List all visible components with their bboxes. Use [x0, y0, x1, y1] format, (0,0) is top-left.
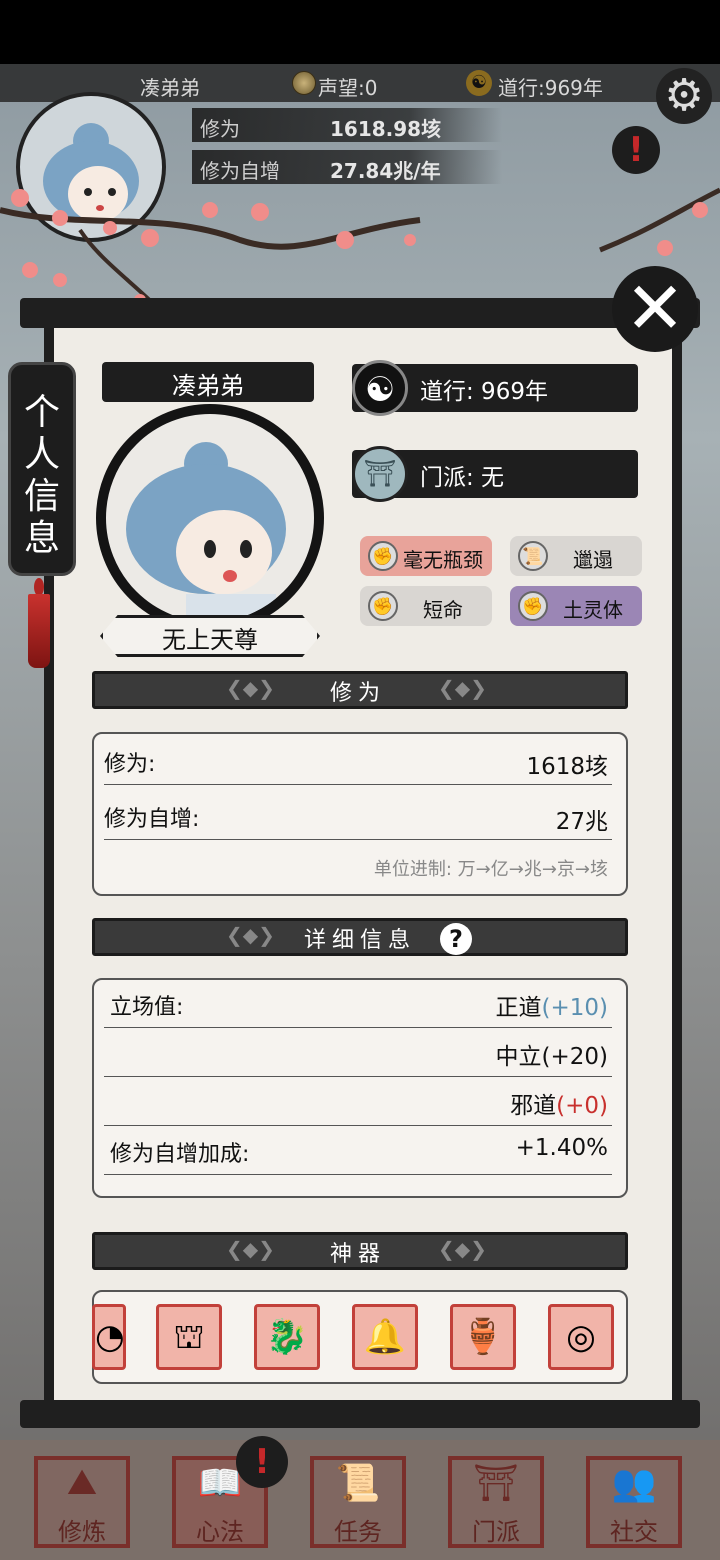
player-title: 无上天尊 — [162, 626, 258, 654]
diamond-decoration: ❮◆❯ — [226, 1237, 275, 1261]
bell-artifact-icon[interactable]: 🔔 — [352, 1304, 418, 1370]
row-label: 修为: — [104, 752, 156, 777]
trait-label: 土灵体 — [563, 598, 623, 622]
section-title: 修为 — [330, 681, 387, 706]
stat-value: 1618.98垓 — [330, 117, 442, 141]
row-value: 27兆 — [555, 809, 608, 835]
alert-icon[interactable]: ! — [236, 1436, 288, 1488]
daoxing-value: 道行: 969年 — [420, 379, 548, 405]
reputation-value: 声望:0 — [318, 76, 378, 100]
player-portrait — [96, 404, 324, 632]
divider — [104, 1076, 612, 1077]
scroll-top-rod — [20, 298, 700, 328]
diamond-decoration: ❮◆❯ — [226, 923, 275, 947]
scroll-icon: 📜 — [518, 541, 548, 571]
section-title: 神器 — [330, 1242, 387, 1267]
trait-label: 邋遢 — [573, 548, 613, 572]
dragon-artifact-icon[interactable]: 🐉 — [254, 1304, 320, 1370]
divider — [104, 839, 612, 840]
scroll-icon: 📜 — [335, 1463, 381, 1504]
fist-icon: ✊ — [368, 591, 398, 621]
status-bar — [0, 0, 720, 64]
bonus-value: +1.40% — [515, 1135, 608, 1161]
chibi-portrait-icon — [126, 442, 286, 622]
divider — [104, 784, 612, 785]
diamond-decoration: ❮◆❯ — [226, 676, 275, 700]
close-icon[interactable]: ✕ — [612, 266, 698, 352]
section-title: 详细信息 — [304, 928, 417, 953]
daoxing-top: 道行:969年 — [498, 76, 603, 100]
fist-icon: ✊ — [518, 591, 548, 621]
fist-icon: ✊ — [368, 541, 398, 571]
mirror-artifact-icon[interactable]: ◎ — [548, 1304, 614, 1370]
nav-label: 修炼 — [58, 1518, 106, 1546]
trait-label: 毫无瓶颈 — [403, 548, 483, 572]
coin-icon — [292, 71, 316, 95]
unit-hint: 单位进制: 万→亿→兆→京→垓 — [373, 859, 608, 880]
mountain-icon: ⛰ — [66, 1462, 98, 1503]
settings-gear-icon[interactable]: ⚙ — [656, 68, 712, 124]
vase-artifact-icon[interactable]: 🏺 — [450, 1304, 516, 1370]
diamond-decoration: ❮◆❯ — [438, 676, 487, 700]
row-label: 修为自增: — [104, 807, 200, 832]
people-icon: 👥 — [611, 1463, 657, 1504]
temple-icon: ⛩ — [473, 1463, 519, 1504]
taiji-icon: ☯ — [352, 360, 408, 416]
bonus-label: 修为自增加成: — [110, 1142, 250, 1167]
sect-building-icon: ⛩ — [352, 446, 408, 502]
row-value: 1618垓 — [526, 754, 608, 780]
nav-label: 心法 — [196, 1518, 244, 1546]
nav-label: 门派 — [472, 1518, 520, 1546]
help-icon[interactable]: ? — [440, 923, 472, 955]
divider — [104, 1174, 612, 1175]
diamond-decoration: ❮◆❯ — [438, 1237, 487, 1261]
seal-artifact-icon[interactable]: ⛫ — [156, 1304, 222, 1370]
stat-label: 修为 — [200, 117, 240, 141]
stance-neutral: 中立(+20) — [495, 1044, 608, 1070]
stance-righteous: 正道(+10) — [495, 995, 608, 1021]
divider — [104, 1125, 612, 1126]
ring-artifact-icon[interactable]: ◔ — [92, 1304, 126, 1370]
trait-label: 短命 — [423, 598, 463, 622]
tassel-decoration — [28, 594, 50, 668]
tab-label: 个人信息 — [23, 392, 60, 559]
scroll-bottom-rod — [20, 1400, 700, 1428]
player-name-top: 凑弟弟 — [140, 76, 200, 100]
nav-label: 社交 — [610, 1518, 658, 1546]
stance-evil: 邪道(+0) — [510, 1093, 608, 1119]
stance-label: 立场值: — [110, 995, 184, 1020]
alert-icon[interactable]: ! — [612, 126, 660, 174]
nav-label: 任务 — [334, 1518, 382, 1546]
divider — [104, 1027, 612, 1028]
sect-value: 门派: 无 — [420, 465, 505, 491]
player-name: 凑弟弟 — [172, 372, 244, 400]
taiji-icon: ☯ — [466, 70, 492, 96]
